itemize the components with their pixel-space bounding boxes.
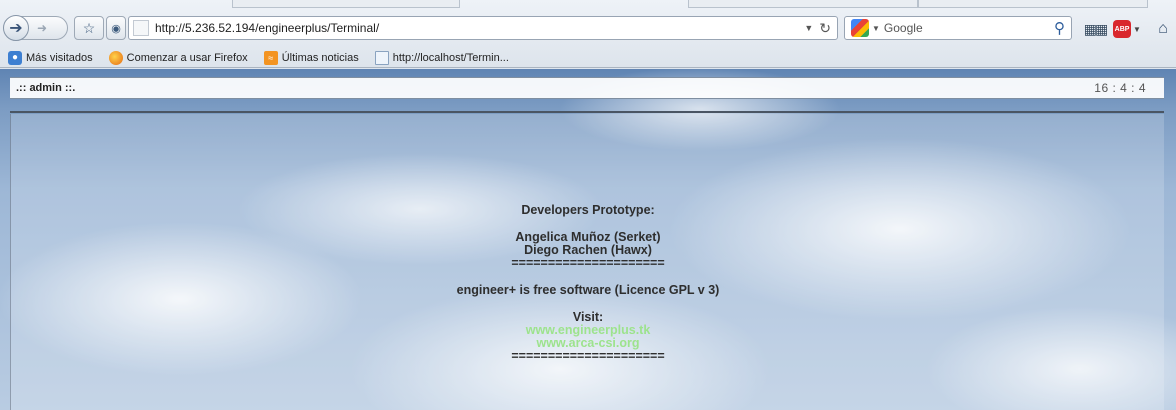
clock: 16 : 4 : 4 <box>1094 81 1146 95</box>
search-input[interactable]: Google <box>884 21 1054 35</box>
bookmark-label: Últimas noticias <box>281 51 359 64</box>
bookmark-latest-news[interactable]: ≈ Últimas noticias <box>256 50 359 65</box>
back-arrow-icon[interactable]: ➔ <box>2 15 29 41</box>
bookmark-most-visited[interactable]: ● Más visitados <box>0 50 93 65</box>
engine-dropdown-icon[interactable]: ▼ <box>872 24 880 33</box>
credits-heading: Developers Prototype: <box>521 203 655 217</box>
bookmark-firefox[interactable]: Comenzar a usar Firefox <box>101 50 248 65</box>
page-icon <box>374 50 389 65</box>
most-visited-icon: ● <box>8 50 22 65</box>
adblock-dropdown-icon: ▼ <box>1133 24 1141 34</box>
history-button[interactable]: ◉ <box>106 16 126 40</box>
navigation-bar: ➔ ➜ ☆ ◉ http://5.236.52.194/engineerplus… <box>0 10 1176 46</box>
credits-divider: ===================== <box>511 256 665 270</box>
tab-strip <box>0 0 1176 8</box>
bookmark-localhost[interactable]: http://localhost/Termin... <box>367 50 509 65</box>
url-text[interactable]: http://5.236.52.194/engineerplus/Termina… <box>155 21 804 35</box>
rss-icon: ≈ <box>263 50 278 65</box>
page-viewport: .:: admin ::. 16 : 4 : 4 Developers Prot… <box>0 69 1176 410</box>
search-magnifier-icon[interactable]: ⚲ <box>1054 19 1065 37</box>
google-engine-icon[interactable] <box>851 19 869 37</box>
license-text: engineer+ is free software (Licence GPL … <box>456 283 720 297</box>
bookmark-label: Más visitados <box>26 51 93 64</box>
bookmark-label: Comenzar a usar Firefox <box>126 51 248 64</box>
bookmark-label: http://localhost/Termin... <box>392 51 509 64</box>
browser-toolbar: ➔ ➜ ☆ ◉ http://5.236.52.194/engineerplus… <box>0 0 1176 68</box>
adblock-plus-icon: ABP <box>1113 20 1132 38</box>
home-icon[interactable]: ⌂ <box>1152 18 1174 40</box>
search-bar[interactable]: ▼ Google ⚲ <box>844 16 1072 40</box>
address-bar[interactable]: http://5.236.52.194/engineerplus/Termina… <box>128 16 838 40</box>
terminal-header: .:: admin ::. 16 : 4 : 4 <box>10 77 1164 99</box>
tab-inactive[interactable] <box>232 0 460 8</box>
forward-arrow-icon[interactable]: ➜ <box>37 21 47 35</box>
tab-inactive[interactable] <box>918 0 1148 8</box>
site-favicon-icon <box>133 20 149 36</box>
url-dropdown-icon[interactable]: ▼ <box>804 23 813 33</box>
divider <box>10 111 1164 113</box>
user-label: .:: admin ::. <box>16 82 76 94</box>
history-icon: ◉ <box>111 22 121 35</box>
star-icon: ☆ <box>82 19 96 36</box>
firefox-icon <box>108 50 123 65</box>
speed-dial-icon[interactable]: ▦▦ <box>1084 18 1108 40</box>
bookmark-star-button[interactable]: ☆ <box>74 16 104 40</box>
reload-icon[interactable]: ↻ <box>819 20 831 37</box>
credits-block: Developers Prototype: Angelica Muñoz (Se… <box>0 204 1176 363</box>
adblock-button[interactable]: ABP ▼ <box>1112 18 1142 40</box>
credits-divider: ===================== <box>511 349 665 363</box>
tab-inactive[interactable] <box>688 0 918 8</box>
back-forward-group: ➔ ➜ <box>2 15 68 41</box>
bookmarks-toolbar: ● Más visitados Comenzar a usar Firefox … <box>0 47 1176 68</box>
